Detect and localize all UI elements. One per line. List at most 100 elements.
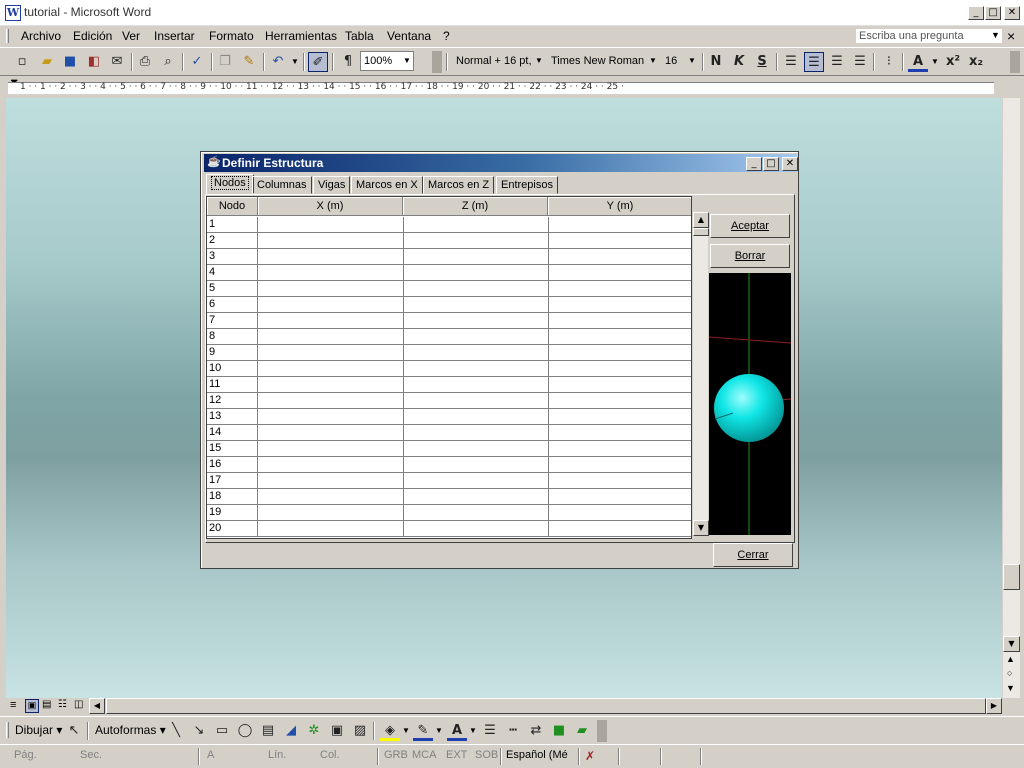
format-painter-icon[interactable]: ✎ — [239, 52, 259, 72]
x-cell[interactable] — [259, 473, 403, 488]
node-id-cell[interactable]: 9 — [207, 345, 258, 360]
undo-dropdown-icon[interactable]: ▼ — [288, 54, 302, 70]
rectangle-tool-icon[interactable]: ▭ — [212, 721, 232, 741]
status-language[interactable]: Español (Mé — [506, 749, 568, 761]
show-formatting-icon[interactable]: ¶ — [338, 52, 358, 72]
shadow-style-icon[interactable]: ■ — [549, 721, 569, 741]
select-objects-icon[interactable]: ↖ — [64, 721, 84, 741]
z-cell[interactable] — [404, 217, 548, 232]
tab-nodos[interactable]: Nodos — [206, 174, 254, 194]
italic-button[interactable]: K — [729, 52, 749, 72]
table-row[interactable]: 14 — [207, 425, 691, 441]
table-row[interactable]: 15 — [207, 441, 691, 457]
tab-marcos-z[interactable]: Marcos en Z — [423, 176, 495, 194]
diagram-icon[interactable]: ✲ — [304, 721, 324, 741]
y-cell[interactable] — [549, 457, 691, 472]
browse-object-icon[interactable]: ○ — [1007, 668, 1012, 678]
menu-ver[interactable]: Ver — [122, 29, 140, 43]
table-scroll-thumb[interactable] — [693, 228, 709, 236]
line-style-icon[interactable]: ☰ — [480, 721, 500, 741]
table-row[interactable]: 17 — [207, 473, 691, 489]
node-id-cell[interactable]: 14 — [207, 425, 258, 440]
font-color-dropdown-icon[interactable]: ▼ — [928, 54, 942, 70]
web-view-icon[interactable]: ▣ — [25, 699, 39, 713]
close-document-button[interactable]: × — [1007, 28, 1015, 44]
font-size-dropdown-icon[interactable]: ▼ — [685, 51, 699, 71]
3d-preview-canvas[interactable] — [709, 273, 791, 535]
x-cell[interactable] — [259, 425, 403, 440]
column-header-x[interactable]: X (m) — [258, 197, 403, 216]
font-dropdown-icon[interactable]: ▼ — [646, 51, 660, 71]
open-folder-icon[interactable]: ▰ — [37, 52, 57, 72]
node-id-cell[interactable]: 1 — [207, 217, 258, 232]
z-cell[interactable] — [404, 457, 548, 472]
node-id-cell[interactable]: 2 — [207, 233, 258, 248]
y-cell[interactable] — [549, 521, 691, 536]
align-right-icon[interactable]: ☰ — [827, 52, 847, 72]
fill-color-dropdown-icon[interactable]: ▼ — [399, 723, 413, 739]
bold-button[interactable]: N — [706, 52, 726, 72]
nodes-table[interactable]: Nodo X (m) Z (m) Y (m) 1 2 3 4 5 6 7 8 9 10 11 12 13… — [206, 196, 692, 539]
table-vertical-scrollbar[interactable]: ▲ ▼ — [692, 212, 709, 536]
draw-font-color-icon[interactable]: A — [447, 721, 467, 741]
ask-question-box[interactable]: Escriba una pregunta — [855, 28, 1003, 44]
clear-button[interactable]: Borrar — [710, 244, 790, 268]
table-row[interactable]: 20 — [207, 521, 691, 537]
status-sob[interactable]: SOB — [475, 749, 498, 761]
fill-color-icon[interactable]: ◈ — [380, 721, 400, 741]
scroll-right-icon[interactable]: ▶ — [986, 698, 1002, 714]
node-id-cell[interactable]: 12 — [207, 393, 258, 408]
justify-icon[interactable]: ☰ — [850, 52, 870, 72]
x-cell[interactable] — [259, 265, 403, 280]
y-cell[interactable] — [549, 281, 691, 296]
print-layout-icon[interactable]: ▤ — [42, 699, 51, 710]
y-cell[interactable] — [549, 249, 691, 264]
line-color-dropdown-icon[interactable]: ▼ — [432, 723, 446, 739]
y-cell[interactable] — [549, 505, 691, 520]
y-cell[interactable] — [549, 441, 691, 456]
node-id-cell[interactable]: 10 — [207, 361, 258, 376]
x-cell[interactable] — [259, 233, 403, 248]
table-row[interactable]: 12 — [207, 393, 691, 409]
node-id-cell[interactable]: 15 — [207, 441, 258, 456]
print-icon[interactable]: ⎙ — [135, 52, 155, 72]
y-cell[interactable] — [549, 345, 691, 360]
node-id-cell[interactable]: 6 — [207, 297, 258, 312]
table-row[interactable]: 13 — [207, 409, 691, 425]
font-color-icon[interactable]: A — [908, 52, 928, 72]
draw-menu[interactable]: Dibujar ▾ — [15, 723, 62, 737]
column-header-z[interactable]: Z (m) — [403, 197, 548, 216]
x-cell[interactable] — [259, 297, 403, 312]
x-cell[interactable] — [259, 489, 403, 504]
outline-view-icon[interactable]: ☷ — [58, 699, 67, 710]
menu-help[interactable]: ? — [443, 29, 450, 43]
y-cell[interactable] — [549, 265, 691, 280]
word-app-icon[interactable]: W — [5, 5, 21, 21]
x-cell[interactable] — [259, 377, 403, 392]
toolbar-chevron-icon[interactable] — [1010, 51, 1020, 73]
z-cell[interactable] — [404, 489, 548, 504]
node-id-cell[interactable]: 17 — [207, 473, 258, 488]
table-row[interactable]: 1 — [207, 217, 691, 233]
node-id-cell[interactable]: 3 — [207, 249, 258, 264]
column-header-y[interactable]: Y (m) — [548, 197, 691, 216]
font-combo[interactable]: Times New Roman — [547, 51, 659, 71]
underline-button[interactable]: S — [752, 52, 772, 72]
email-icon[interactable]: ✉ — [107, 52, 127, 72]
y-cell[interactable] — [549, 425, 691, 440]
spelling-icon[interactable]: ✓ — [187, 52, 207, 72]
style-dropdown-icon[interactable]: ▼ — [532, 51, 546, 71]
x-cell[interactable] — [259, 329, 403, 344]
align-left-icon[interactable]: ☰ — [781, 52, 801, 72]
z-cell[interactable] — [404, 441, 548, 456]
drawbar-grip[interactable] — [6, 722, 9, 738]
table-row[interactable]: 16 — [207, 457, 691, 473]
wordart-icon[interactable]: ◢ — [281, 721, 301, 741]
x-cell[interactable] — [259, 441, 403, 456]
table-row[interactable]: 4 — [207, 265, 691, 281]
scroll-down-icon[interactable]: ▼ — [1003, 636, 1020, 652]
drawing-toggle-icon[interactable]: ✐ — [308, 52, 328, 72]
zoom-dropdown-icon[interactable]: ▼ — [400, 51, 414, 71]
tab-entrepisos[interactable]: Entrepisos — [496, 176, 558, 194]
z-cell[interactable] — [404, 249, 548, 264]
